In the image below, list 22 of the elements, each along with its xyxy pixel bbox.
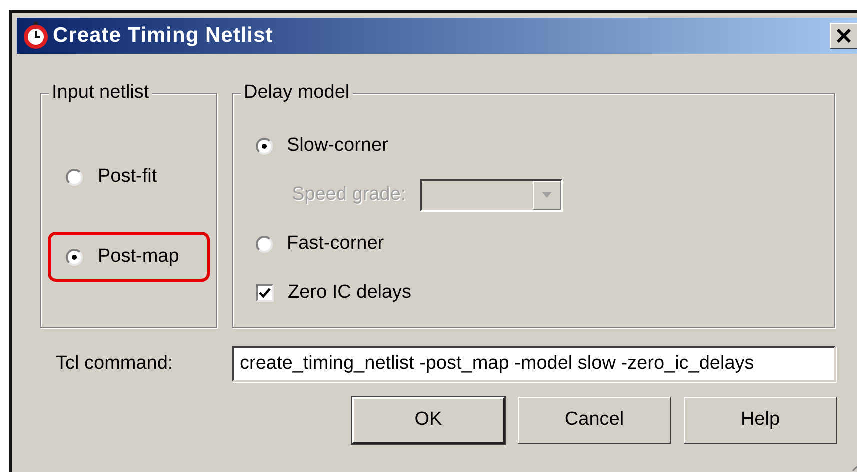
- option-label: Zero IC delays: [288, 280, 412, 305]
- option-label: Post-fit: [98, 164, 158, 189]
- radio-button[interactable]: [256, 236, 273, 252]
- close-icon: [836, 29, 852, 43]
- dropdown-arrow-icon: [542, 192, 552, 198]
- radio-button[interactable]: [66, 168, 83, 186]
- dialog-button[interactable]: Help: [684, 397, 837, 444]
- dialog-button[interactable]: Cancel: [518, 397, 671, 444]
- field-label: Tcl command:: [56, 352, 174, 376]
- option-label: Slow-corner: [287, 134, 388, 158]
- option-label: Fast-corner: [287, 232, 384, 256]
- window-title: Create Timing Netlist: [53, 23, 274, 50]
- option-label: Post-map: [98, 244, 180, 269]
- tcl-command-field[interactable]: create_timing_netlist -post_map -model slow -zero_ic_delays: [232, 346, 836, 382]
- stopwatch-icon: [21, 21, 51, 51]
- radio-button[interactable]: [256, 138, 273, 154]
- group-label: Delay model: [241, 81, 353, 105]
- dialog-button[interactable]: OK: [352, 397, 505, 444]
- close-button[interactable]: [830, 23, 857, 49]
- group-label: Input netlist: [49, 81, 152, 105]
- checkbox[interactable]: [256, 284, 274, 302]
- radio-button[interactable]: [66, 248, 83, 266]
